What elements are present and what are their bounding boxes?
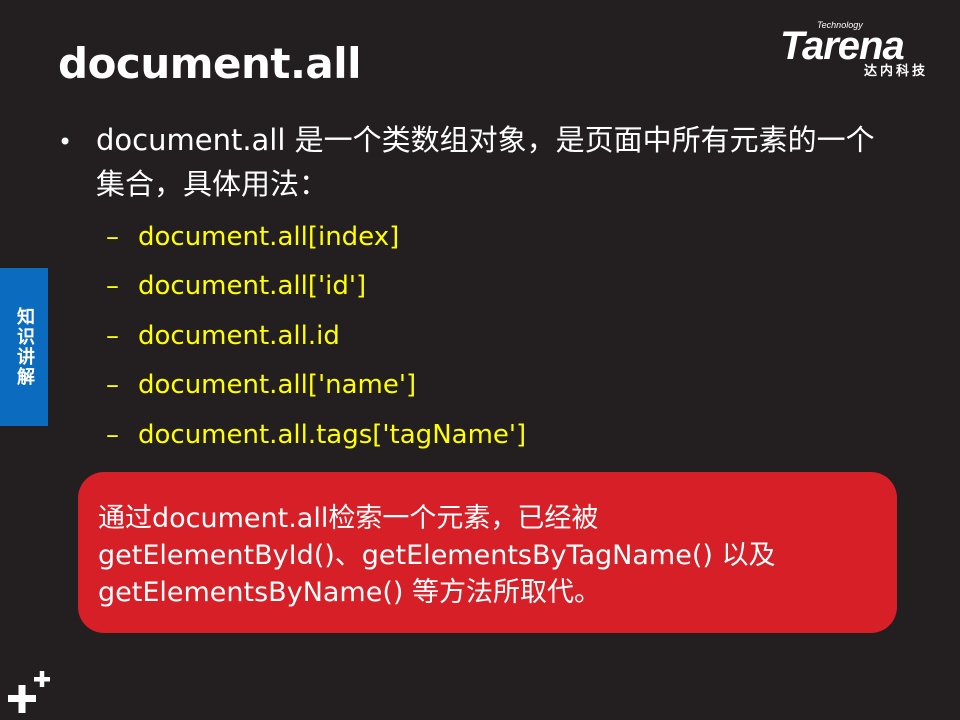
sub-item-text: document.all.id (138, 320, 340, 351)
callout-box: 通过document.all检索一个元素，已经被 getElementById(… (78, 472, 897, 633)
bullet-main: • document.all 是一个类数组对象，是页面中所有元素的一个集合，具体… (58, 118, 898, 206)
bullet-marker: • (58, 128, 73, 156)
sub-list-item: – document.all['name'] (106, 361, 526, 411)
tarena-logo: Technology Tarena 达内科技 (778, 20, 948, 84)
sub-item-text: document.all['name'] (138, 370, 417, 401)
sub-dash: – (106, 320, 119, 351)
side-tab-knowledge: 知识讲解 (0, 268, 48, 426)
slide: document.all Technology Tarena 达内科技 知识讲解… (0, 0, 960, 720)
callout-line-2: getElementById()、getElementsByTagName() … (98, 540, 776, 571)
sub-item-text: document.all.tags['tagName'] (138, 419, 527, 450)
callout-line-1: 通过document.all检索一个元素，已经被 (98, 503, 599, 534)
sub-item-text: document.all['id'] (138, 271, 367, 302)
sub-dash: – (106, 221, 119, 252)
sub-dash: – (106, 419, 119, 450)
sub-list-item: – document.all.id (106, 311, 526, 361)
callout-line-3: getElementsByName() 等方法所取代。 (98, 577, 601, 608)
sub-list-item: – document.all.tags['tagName'] (106, 410, 526, 460)
logo-wordmark: Tarena (780, 24, 905, 68)
logo-chinese: 达内科技 (864, 64, 929, 79)
side-tab-label: 知识讲解 (14, 307, 35, 387)
sub-dash: – (106, 370, 119, 401)
sub-dash: – (106, 271, 119, 302)
sub-list: – document.all[index] – document.all['id… (106, 212, 526, 460)
bullet-text: document.all 是一个类数组对象，是页面中所有元素的一个集合，具体用法… (96, 123, 875, 201)
page-title: document.all (58, 39, 362, 88)
sub-list-item: – document.all['id'] (106, 262, 526, 312)
plus-plus-icon (8, 671, 50, 713)
sub-list-item: – document.all[index] (106, 212, 526, 262)
sub-item-text: document.all[index] (138, 221, 400, 252)
